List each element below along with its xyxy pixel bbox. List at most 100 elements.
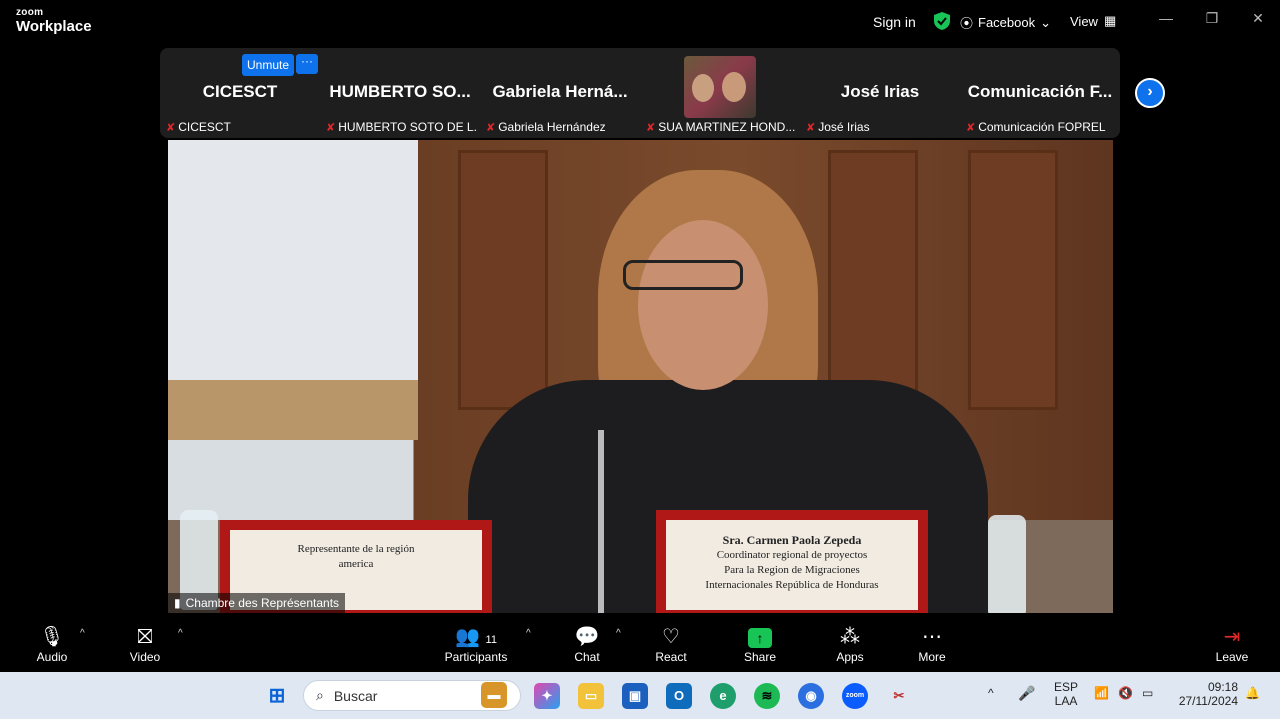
zoom-window: zoom Workplace Sign in ⦿ Facebook ⌄ View…	[0, 0, 1280, 672]
shield-icon[interactable]	[934, 12, 950, 30]
video-label: Video	[129, 650, 161, 664]
zoom-app-icon[interactable]: zoom	[842, 683, 868, 709]
more-button[interactable]: ⋯ More	[912, 624, 952, 664]
snipping-tool-icon[interactable]: ✂	[886, 683, 912, 709]
chat-icon: 💬	[574, 626, 600, 648]
participant-display-name: Comunicación F...	[967, 82, 1113, 101]
audio-options-caret[interactable]: ^	[80, 628, 85, 639]
participant-tile[interactable]: José Irias ✘ José Irias	[800, 48, 960, 138]
participants-button[interactable]: 👥 11 Participants	[440, 624, 512, 664]
clock[interactable]: 09:18 27/11/2024	[1176, 680, 1238, 708]
app-icon[interactable]: ◉	[798, 683, 824, 709]
participants-options-caret[interactable]: ^	[526, 628, 531, 639]
zoom-logo: zoom Workplace	[16, 7, 92, 35]
chevron-right-icon: ›	[1147, 83, 1153, 100]
placard-line: Internacionales República de Honduras	[705, 578, 879, 591]
time-text: 09:18	[1207, 680, 1238, 694]
chat-options-caret[interactable]: ^	[616, 628, 621, 639]
windows-taskbar: ⊞ ⌕ Buscar ▬ ✦ ▭ ▣ O e ≋ ◉ zoom ✂ ^ 🎤 ES…	[0, 672, 1280, 719]
logo-line1: zoom	[16, 7, 44, 18]
react-label: React	[655, 650, 687, 664]
close-icon[interactable]: ✕	[1248, 10, 1268, 27]
placard-line: Coordinator regional de proyectos	[716, 549, 868, 562]
view-label: View	[1070, 13, 1098, 29]
apps-icon: ⁂	[840, 626, 860, 648]
participants-count: 11	[485, 634, 497, 646]
wifi-icon[interactable]: 📶	[1094, 686, 1109, 700]
participant-name: HUMBERTO SOTO DE L...	[338, 120, 478, 134]
participant-tile[interactable]: Gabriela Herná... ✘ Gabriela Hernández	[480, 48, 640, 138]
copilot-icon[interactable]: ✦	[534, 683, 560, 709]
participant-name-tag: ✘ Comunicación FOPREL	[966, 120, 1106, 134]
video-name-label: ▮ Chambre des Représentants	[168, 593, 346, 613]
participants-label: Participants	[444, 650, 508, 664]
react-button[interactable]: ♡ React	[650, 624, 692, 664]
meeting-toolbar: 🎙 Audio ^ ⛝ Video ^ 👥 11 Participants ^ …	[0, 620, 1280, 672]
participant-name-tag: ✘ HUMBERTO SOTO DE L...	[326, 120, 478, 134]
chat-button[interactable]: 💬 Chat	[568, 624, 606, 664]
restore-icon[interactable]: ❐	[1202, 10, 1222, 27]
next-page-button[interactable]: ›	[1135, 78, 1165, 108]
chat-label: Chat	[574, 650, 600, 664]
mic-muted-icon: ✘	[646, 121, 656, 134]
audio-label: Audio	[36, 650, 68, 664]
leave-icon: ⇥	[1223, 626, 1241, 648]
participant-name: SUA MARTINEZ HOND...	[658, 120, 796, 134]
mic-muted-icon: ✘	[966, 121, 976, 134]
spotify-icon[interactable]: ≋	[754, 683, 780, 709]
video-options-caret[interactable]: ^	[178, 628, 183, 639]
participant-display-name: José Irias	[840, 82, 920, 101]
view-button[interactable]: View ▦	[1070, 13, 1116, 29]
participant-tile[interactable]: Comunicación F... ✘ Comunicación FOPREL	[960, 48, 1120, 138]
share-label: Share	[743, 650, 777, 664]
date-text: 27/11/2024	[1178, 694, 1238, 708]
participant-tile[interactable]: ✘ SUA MARTINEZ HOND...	[640, 48, 800, 138]
broadcast-icon: ⦿	[960, 16, 974, 31]
placard-line: Para la Region de Migraciones	[724, 564, 860, 577]
apps-label: Apps	[836, 650, 864, 664]
unmute-button[interactable]: Unmute	[242, 54, 295, 76]
search-icon: ⌕	[316, 687, 324, 703]
video-off-icon: ⛝	[137, 626, 153, 648]
participant-tile[interactable]: HUMBERTO SO... ✘ HUMBERTO SOTO DE L...	[320, 48, 480, 138]
share-button[interactable]: ↑ Share	[740, 624, 780, 664]
live-stream-button[interactable]: ⦿ Facebook ⌄	[960, 13, 1051, 32]
tile-more-button[interactable]: ···	[296, 54, 318, 74]
show-hidden-icons-chevron[interactable]: ^	[988, 686, 994, 700]
participant-name: Gabriela Hernández	[498, 120, 606, 134]
placard-line: america	[338, 557, 374, 570]
participants-icon: 👥	[455, 626, 480, 648]
outlook-icon[interactable]: O	[666, 683, 692, 709]
audio-button[interactable]: 🎙 Audio	[30, 624, 74, 664]
logo-line2: Workplace	[16, 18, 92, 35]
store-icon[interactable]: ▣	[622, 683, 648, 709]
participant-name: Comunicación FOPREL	[978, 120, 1106, 134]
input-language[interactable]: ESP LAA	[1054, 680, 1078, 708]
active-speaker-video[interactable]: Representante de la región america Sra. …	[168, 140, 1113, 613]
leave-button[interactable]: ⇥ Leave	[1212, 624, 1252, 664]
file-explorer-icon[interactable]: ▭	[578, 683, 604, 709]
windows-start-icon[interactable]: ⊞	[264, 683, 290, 709]
heart-icon: ♡	[662, 626, 680, 648]
minimize-icon[interactable]: —	[1156, 10, 1176, 26]
edge-icon[interactable]: e	[710, 683, 736, 709]
participant-display-name: Gabriela Herná...	[492, 82, 628, 101]
search-placeholder: Buscar	[333, 687, 378, 704]
notification-bell-icon[interactable]: 🔔	[1245, 686, 1260, 700]
participant-display-name: CICESCT	[202, 82, 278, 101]
name-placard-right: Sra. Carmen Paola Zepeda Coordinator reg…	[656, 510, 928, 613]
speaker-name: Chambre des Représentants	[185, 596, 340, 610]
placard-name: Sra. Carmen Paola Zepeda	[722, 533, 862, 547]
briefcase-icon[interactable]: ▬	[481, 682, 507, 708]
battery-icon[interactable]: ▭	[1142, 686, 1153, 700]
apps-button[interactable]: ⁂ Apps	[830, 624, 870, 664]
volume-muted-icon[interactable]: 🔇	[1118, 686, 1133, 700]
participant-name: CICESCT	[178, 120, 231, 134]
title-bar: zoom Workplace Sign in ⦿ Facebook ⌄ View…	[0, 0, 1280, 44]
mic-muted-icon: ✘	[806, 121, 816, 134]
video-button[interactable]: ⛝ Video	[122, 624, 168, 664]
microphone-icon[interactable]: 🎤	[1018, 685, 1035, 702]
participant-display-name: HUMBERTO SO...	[329, 82, 471, 101]
mic-muted-icon: ✘	[326, 121, 336, 134]
sign-in-link[interactable]: Sign in	[873, 14, 916, 30]
